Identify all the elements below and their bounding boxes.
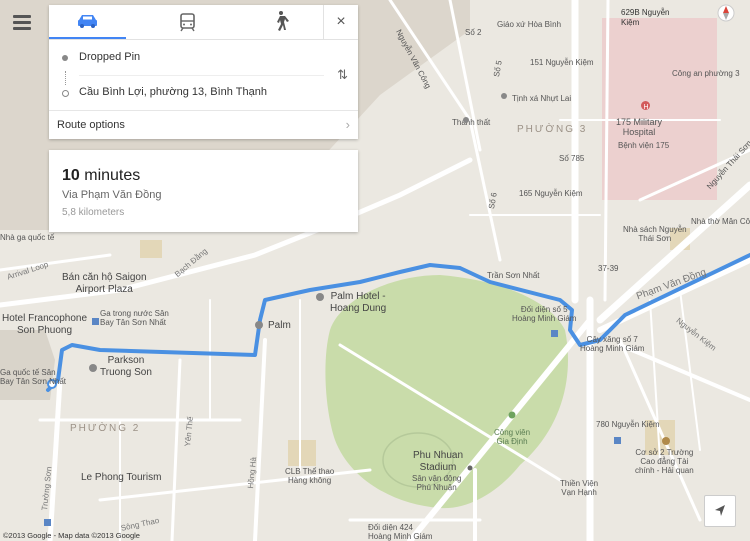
- route-duration: 10 minutes: [62, 167, 140, 185]
- route-options-button[interactable]: Route options ›: [49, 110, 358, 140]
- map-label: Ga quốc tế Sân Bay Tân Sơn Nhất: [0, 368, 67, 387]
- map-label: Nhà sách Nguyễn Thái Sơn: [623, 225, 687, 244]
- district-label: PHƯỜNG 3: [517, 124, 588, 135]
- map-label: Le Phong Tourism: [81, 472, 162, 483]
- map-label: Nhà thờ Mân Côi: [691, 217, 750, 226]
- close-button[interactable]: ×: [323, 5, 358, 39]
- duration-value: 10: [62, 167, 80, 184]
- map-label: Thiền Viện Vạn Hạnh: [560, 479, 599, 498]
- origin-dot-icon: [62, 55, 68, 61]
- map-copyright: ©2013 Google - Map data ©2013 Google: [3, 531, 140, 540]
- directions-panel: × Dropped Pin Cầu Bình Lợi, phường 13, B…: [49, 5, 358, 139]
- map-label: Cơ sở 2 Trường Cao đẳng Tài chính - Hải …: [635, 448, 694, 476]
- destination-dot-icon: [62, 90, 69, 97]
- destination-field[interactable]: Cầu Bình Lợi, phường 13, Bình Thạnh: [79, 86, 267, 98]
- map-label: Số 785: [559, 154, 585, 163]
- map-label: Hotel Francophone Son Phuong: [2, 313, 88, 336]
- train-icon: [180, 13, 195, 32]
- map-label: 780 Nguyễn Kiệm: [596, 420, 660, 429]
- map-label: Thánh thất: [452, 118, 491, 127]
- map-label: Cây xăng số 7 Hoàng Minh Giám: [580, 335, 645, 354]
- duration-unit: minutes: [84, 167, 141, 184]
- swap-waypoints-icon[interactable]: ⇅: [337, 67, 348, 83]
- location-arrow-icon: [715, 505, 725, 516]
- hamburger-menu-icon[interactable]: [9, 10, 37, 38]
- tab-transit[interactable]: [149, 5, 226, 39]
- tab-car[interactable]: [49, 5, 126, 39]
- park-label: Công viên Gia Định: [494, 428, 531, 447]
- map-label: Tịnh xá Nhựt Lai: [512, 94, 572, 103]
- route-via: Via Phạm Văn Đồng: [62, 189, 162, 201]
- district-label: PHƯỜNG 2: [70, 423, 141, 434]
- walking-icon: [277, 11, 289, 31]
- map-label: Đối diện số 5 Hoàng Minh Giám: [512, 305, 577, 324]
- waypoint-connector: [65, 71, 67, 85]
- compass-icon[interactable]: [717, 4, 735, 22]
- chevron-right-icon: ›: [345, 117, 350, 132]
- map-label: Phu Nhuan Stadium: [413, 450, 464, 473]
- map-label: CLB Thể thao Hàng không: [285, 467, 335, 486]
- map-label: Công an phường 3: [672, 69, 740, 78]
- route-distance: 5,8 kilometers: [62, 207, 125, 218]
- map-label: Palm: [268, 320, 291, 331]
- map-label: Sân vận động Phú Nhuận: [412, 474, 462, 493]
- map-label: Kiệm: [621, 18, 640, 27]
- route-summary-card[interactable]: 10 minutes Via Phạm Văn Đồng 5,8 kilomet…: [49, 150, 358, 232]
- map-label: Palm Hotel - Hoang Dung: [330, 291, 387, 314]
- map-label: 37-39: [598, 264, 619, 273]
- map-label: Ga trong nước Sân Bay Tân Sơn Nhất: [100, 309, 169, 328]
- map-label: Giáo xứ Hòa Bình: [497, 20, 562, 29]
- map-label: Trần Sơn Nhất: [487, 271, 540, 280]
- tab-walk[interactable]: [241, 5, 318, 39]
- my-location-button[interactable]: [704, 495, 736, 527]
- route-options-label: Route options: [57, 119, 125, 131]
- map-label: Số 2: [465, 28, 482, 37]
- map-label: Đối diện 424: [368, 523, 413, 532]
- car-icon: [78, 15, 97, 28]
- map-label: Nhà ga quốc tế: [0, 233, 55, 242]
- map-label: 629B Nguyễn: [621, 8, 670, 17]
- map-label: Parkson Truong Son: [100, 355, 152, 378]
- map-label: 165 Nguyễn Kiệm: [519, 189, 583, 198]
- waypoint-divider: [79, 75, 324, 76]
- travel-mode-tabs: ×: [49, 5, 358, 40]
- hospital-label: 175 Military Hospital: [616, 117, 663, 138]
- map-label: 151 Nguyễn Kiệm: [530, 58, 594, 67]
- map-label: Hoàng Minh Giám: [368, 532, 433, 541]
- map-label: Bệnh viện 175: [618, 141, 670, 150]
- origin-field[interactable]: Dropped Pin: [79, 51, 140, 63]
- map-label: Bán căn hộ Saigon Airport Plaza: [62, 272, 147, 295]
